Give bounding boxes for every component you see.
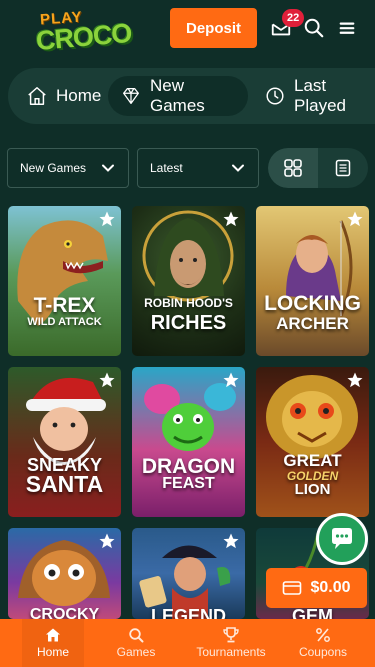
history-clock-icon — [266, 87, 284, 105]
sort-select-value: Latest — [150, 161, 183, 175]
bottom-nav-tournaments-label: Tournaments — [196, 645, 266, 659]
bottom-nav: Home Games Tournaments Coupons — [0, 619, 375, 667]
game-tile-great-golden-lion[interactable]: GREAT GOLDEN LION — [256, 367, 369, 517]
chat-bubble-icon — [332, 528, 352, 549]
house-icon — [28, 87, 46, 105]
nav-last-played-label: Last Played — [294, 76, 346, 115]
game-tile-robin-hood[interactable]: ROBIN HOOD'S RICHES — [132, 206, 245, 356]
game-tile-legend[interactable]: LEGEND — [132, 528, 245, 619]
game-tile-crocky[interactable]: CROCKY — [8, 528, 121, 619]
wallet-icon — [283, 581, 302, 595]
hamburger-menu-icon[interactable] — [336, 17, 358, 39]
grid-icon — [284, 159, 302, 177]
game-title-line2: RICHES — [150, 312, 227, 334]
trophy-icon — [223, 627, 239, 643]
grid-view-button[interactable] — [268, 148, 318, 188]
favorite-star-icon[interactable] — [346, 210, 364, 228]
game-tile-t-rex[interactable]: T-REX WILD ATTACK — [8, 206, 121, 356]
game-title-line1: T-REX — [33, 294, 96, 317]
game-title-line1: ROBIN HOOD'S — [144, 296, 233, 310]
category-select-value: New Games — [20, 161, 87, 175]
nav-home[interactable]: Home — [14, 76, 113, 116]
nav-home-label: Home — [56, 86, 102, 105]
favorite-star-icon[interactable] — [346, 371, 364, 389]
mail-count-badge: 22 — [282, 9, 305, 27]
nav-new-games-label: New Games — [150, 76, 205, 115]
nav-new-games[interactable]: New Games — [108, 76, 248, 116]
sort-select[interactable]: Latest — [137, 148, 259, 188]
search-icon[interactable] — [303, 17, 325, 39]
bottom-nav-home[interactable]: Home — [22, 619, 84, 667]
game-tile-locking-archer[interactable]: LOCKING ARCHER — [256, 206, 369, 356]
diamond-icon — [123, 88, 139, 104]
balance-button[interactable]: $0.00 — [266, 568, 367, 608]
favorite-star-icon[interactable] — [98, 532, 116, 550]
favorite-star-icon[interactable] — [222, 210, 240, 228]
bottom-nav-games-label: Games — [116, 645, 156, 659]
bottom-nav-games[interactable]: Games — [106, 619, 166, 667]
game-title-line1: LOCKING — [264, 292, 361, 315]
list-icon — [335, 159, 351, 177]
chevron-down-icon — [232, 164, 244, 172]
chevron-down-icon — [102, 164, 114, 172]
game-title-line1: LEGEND — [150, 606, 226, 619]
game-title-line2: ARCHER — [276, 314, 349, 333]
search-icon — [129, 628, 144, 643]
deposit-button[interactable]: Deposit — [170, 8, 257, 48]
category-select[interactable]: New Games — [7, 148, 129, 188]
favorite-star-icon[interactable] — [98, 210, 116, 228]
game-title-line1: CROCKY — [29, 606, 100, 619]
game-title-line1: GREAT — [283, 451, 342, 470]
list-view-button[interactable] — [318, 148, 368, 188]
favorite-star-icon[interactable] — [222, 371, 240, 389]
view-toggle — [268, 148, 368, 188]
favorite-star-icon[interactable] — [98, 371, 116, 389]
t-rex-artwork — [17, 220, 108, 326]
nav-last-played[interactable]: Last Played — [252, 76, 375, 116]
coupon-percent-icon — [316, 628, 330, 642]
header: PLAY CROCO Deposit 22 — [0, 0, 375, 58]
game-title-line2: WILD ATTACK — [27, 316, 102, 328]
dragon-artwork — [144, 383, 236, 451]
game-title-line3: LION — [294, 481, 331, 498]
game-title-line2: SANTA — [25, 471, 104, 497]
game-tile-sneaky-santa[interactable]: SNEAKY SANTA — [8, 367, 121, 517]
category-nav: Home New Games Last Played — [8, 68, 375, 124]
bottom-nav-coupons-label: Coupons — [298, 645, 348, 659]
bottom-nav-home-label: Home — [36, 645, 69, 659]
playcroco-logo[interactable]: PLAY CROCO — [35, 9, 146, 57]
home-icon — [46, 628, 60, 642]
game-title-line2: FEAST — [162, 475, 215, 492]
live-chat-button[interactable] — [316, 513, 368, 565]
favorite-star-icon[interactable] — [222, 532, 240, 550]
bottom-nav-tournaments[interactable]: Tournaments — [186, 619, 276, 667]
balance-amount: $0.00 — [310, 579, 351, 596]
game-tile-dragon-feast[interactable]: DRAGON FEAST — [132, 367, 245, 517]
bottom-nav-coupons[interactable]: Coupons — [288, 619, 358, 667]
